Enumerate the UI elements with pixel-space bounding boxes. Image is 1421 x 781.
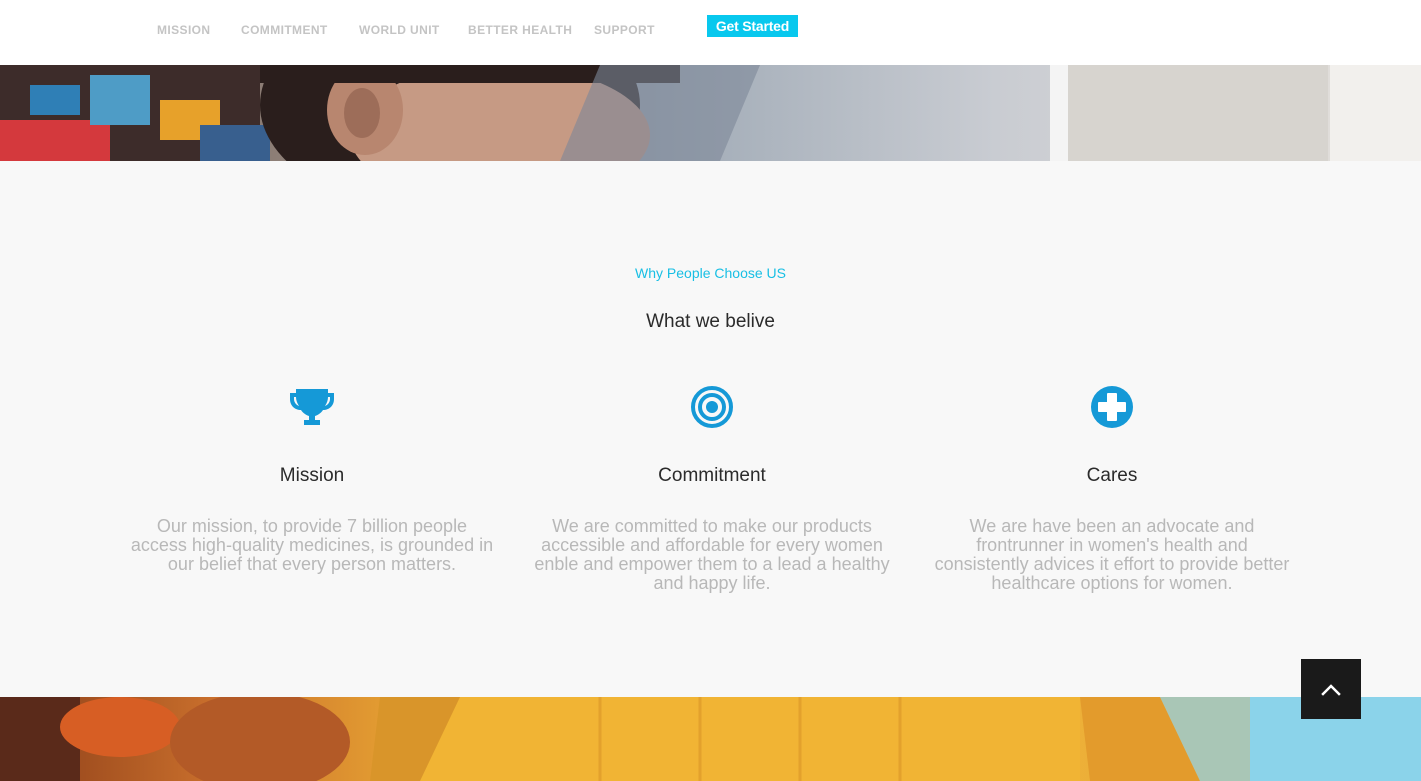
hero-image-top bbox=[0, 65, 1421, 161]
feature-description: We are committed to make our products ac… bbox=[534, 516, 890, 593]
target-icon bbox=[691, 386, 733, 428]
feature-mission: Mission Our mission, to provide 7 billio… bbox=[122, 383, 502, 574]
why-choose-us-section: Why People Choose US What we belive Miss… bbox=[0, 161, 1421, 697]
nav-item-commitment[interactable]: COMMITMENT bbox=[241, 23, 328, 37]
feature-title: Mission bbox=[279, 465, 345, 486]
hero-image-bottom bbox=[0, 697, 1421, 781]
chevron-up-icon bbox=[1321, 684, 1341, 696]
plus-circle-icon bbox=[1091, 386, 1133, 428]
section-eyebrow: Why People Choose US bbox=[635, 265, 786, 281]
top-navbar: MISSION COMMITMENT WORLD UNIT BETTER HEA… bbox=[0, 0, 1421, 65]
nav-item-mission[interactable]: MISSION bbox=[157, 23, 210, 37]
hero-photo-woman bbox=[0, 65, 1421, 161]
back-to-top-button[interactable] bbox=[1301, 659, 1361, 719]
nav-item-world-unit[interactable]: WORLD UNIT bbox=[359, 23, 440, 37]
nav-item-support[interactable]: SUPPORT bbox=[594, 23, 655, 37]
get-started-button[interactable]: Get Started bbox=[707, 15, 798, 37]
feature-title: Commitment bbox=[658, 465, 766, 486]
feature-description: We are have been an advocate and frontru… bbox=[934, 516, 1290, 593]
trophy-icon bbox=[290, 389, 334, 425]
feature-description: Our mission, to provide 7 billion people… bbox=[130, 516, 494, 574]
feature-cares: Cares We are have been an advocate and f… bbox=[922, 383, 1302, 593]
section-heading: What we belive bbox=[646, 311, 775, 332]
hero-photo-yellow-sweater bbox=[0, 697, 1421, 781]
feature-commitment: Commitment We are committed to make our … bbox=[522, 383, 902, 593]
nav-item-better-health[interactable]: BETTER HEALTH bbox=[468, 23, 572, 37]
feature-title: Cares bbox=[1086, 465, 1138, 486]
